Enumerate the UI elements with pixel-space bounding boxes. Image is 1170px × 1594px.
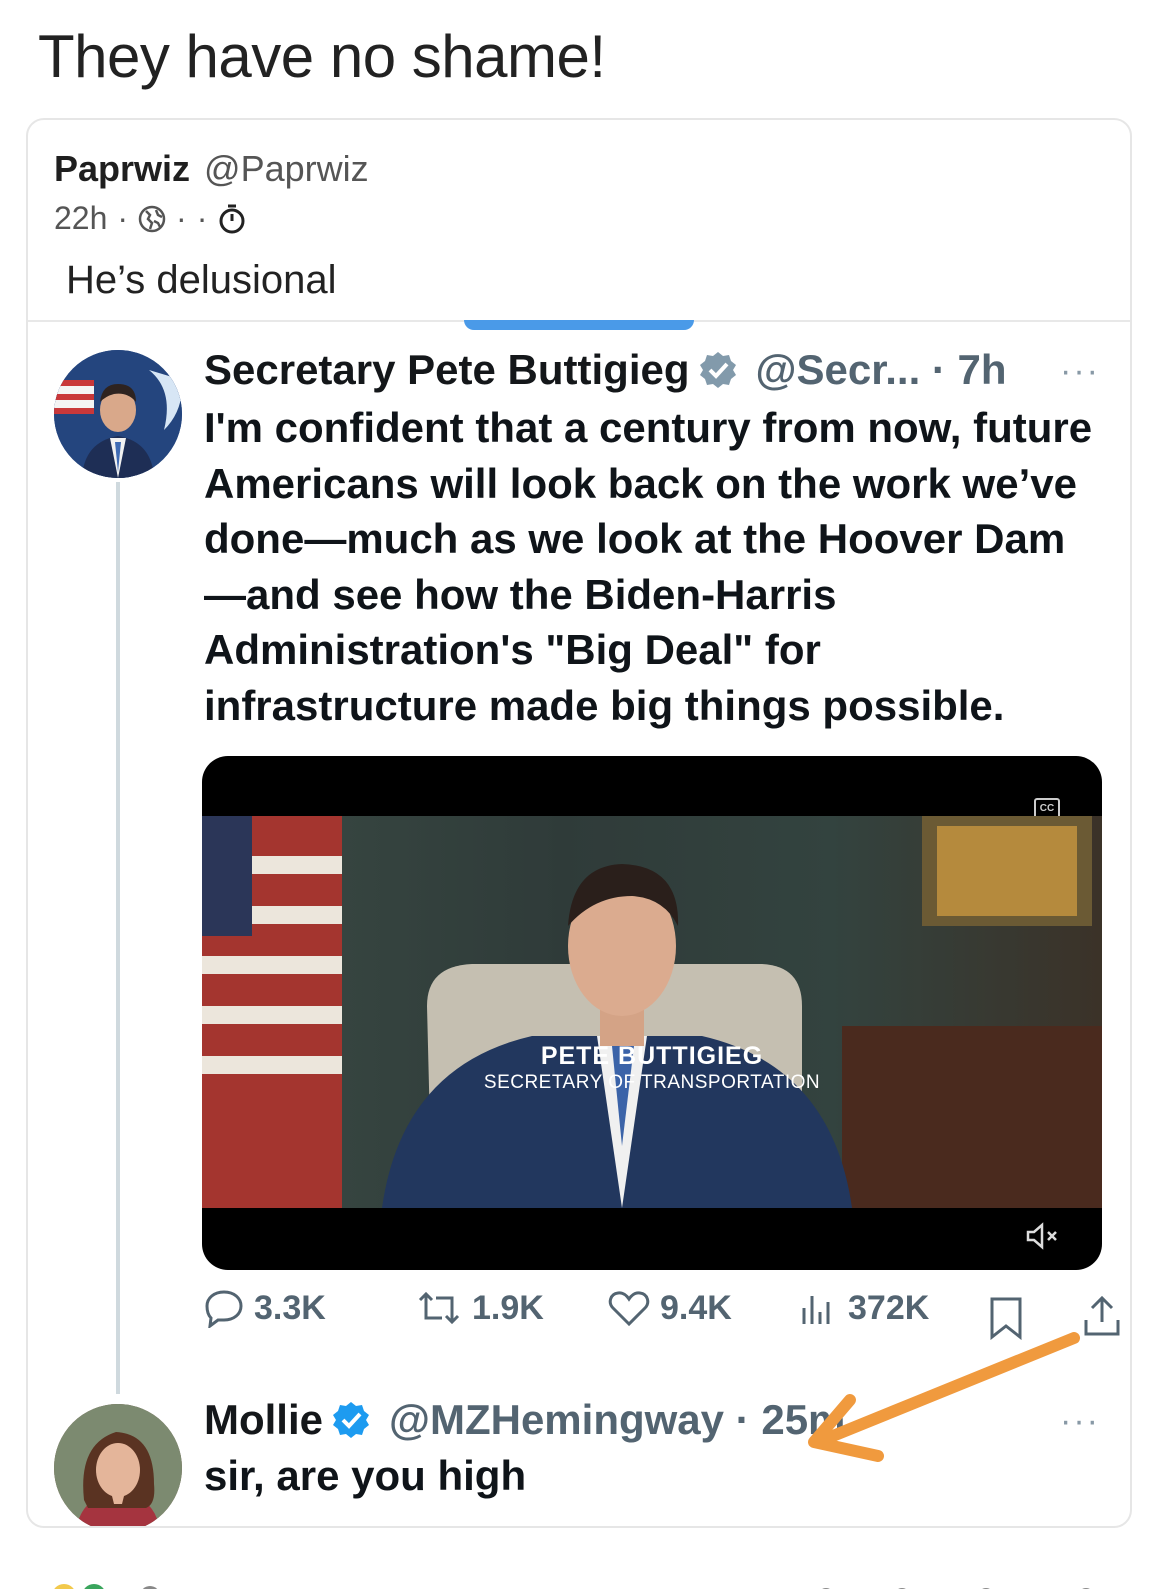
video-frame xyxy=(202,816,1102,1208)
highlight-bar xyxy=(464,320,694,330)
bookmark-icon[interactable] xyxy=(988,1296,1024,1340)
lower-third-title: SECRETARY OF TRANSPORTATION xyxy=(483,1072,821,1093)
verified-icon xyxy=(333,1402,370,1438)
lower-third-name: PETE BUTTIGIEG xyxy=(540,1042,764,1070)
quote-author-handle[interactable]: @Paprwiz xyxy=(204,148,369,189)
like-count: 9.4K xyxy=(660,1288,732,1327)
like-icon xyxy=(608,1291,650,1327)
cropped-footer xyxy=(0,1556,1170,1594)
like-button[interactable]: 9.4K xyxy=(608,1288,732,1328)
quote-text: He’s delusional xyxy=(66,258,337,302)
cropped-icons xyxy=(52,1584,1094,1594)
more-options-icon[interactable]: ··· xyxy=(1060,352,1100,391)
tweet-actions: 3.3K 1.9K 9.4K 372K xyxy=(204,1288,1120,1348)
avatar[interactable] xyxy=(54,1404,182,1526)
post-title: They have no shame! xyxy=(38,23,606,90)
avatar[interactable] xyxy=(54,350,182,478)
quote-author-name[interactable]: Paprwiz xyxy=(54,148,190,189)
video-player[interactable]: CC PETE BUTTIGIEG SECRETARY OF TRANSPORT… xyxy=(202,756,1102,1270)
tweet-author-name[interactable]: Secretary Pete Buttigieg xyxy=(204,346,690,394)
quote-meta: 22h · · · xyxy=(54,200,247,237)
share-icon[interactable] xyxy=(1082,1294,1122,1338)
reply-body: sir, are you high xyxy=(204,1452,527,1499)
repost-button[interactable]: 1.9K xyxy=(416,1288,544,1328)
repost-count: 1.9K xyxy=(472,1288,544,1327)
meta-separator: · xyxy=(176,200,187,236)
globe-icon xyxy=(138,205,166,232)
quote-card[interactable]: Paprwiz @Paprwiz 22h · · · He’s delusiona… xyxy=(26,118,1132,1528)
thread-line xyxy=(116,482,120,1394)
meta-separator: · xyxy=(196,200,208,236)
verified-icon xyxy=(699,352,736,388)
reply-handle-time[interactable]: @MZHemingway · 25m xyxy=(389,1396,845,1444)
reply-icon xyxy=(205,1290,243,1328)
meta-separator: · xyxy=(117,200,129,236)
reply-header: Mollie @MZHemingway · 25m xyxy=(204,1396,845,1444)
views-count: 372K xyxy=(848,1288,930,1327)
quote-time: 22h xyxy=(54,200,108,236)
repost-icon xyxy=(418,1291,460,1325)
reply-button[interactable]: 3.3K xyxy=(204,1288,326,1328)
views-button[interactable]: 372K xyxy=(798,1288,929,1328)
mute-icon[interactable] xyxy=(1026,1222,1062,1250)
tweet-header: Secretary Pete Buttigieg @Secr... · 7h xyxy=(204,346,1007,394)
timer-icon xyxy=(219,204,245,233)
quote-author[interactable]: Paprwiz @Paprwiz xyxy=(54,148,369,190)
reply-author-name[interactable]: Mollie xyxy=(204,1396,323,1444)
reply-count: 3.3K xyxy=(254,1288,326,1327)
views-icon xyxy=(802,1296,830,1324)
more-options-icon[interactable]: ··· xyxy=(1060,1402,1100,1441)
tweet-handle-time[interactable]: @Secr... · 7h xyxy=(756,346,1007,394)
video-scene xyxy=(202,816,1102,1208)
tweet-body: I'm confident that a century from now, f… xyxy=(204,404,1093,729)
